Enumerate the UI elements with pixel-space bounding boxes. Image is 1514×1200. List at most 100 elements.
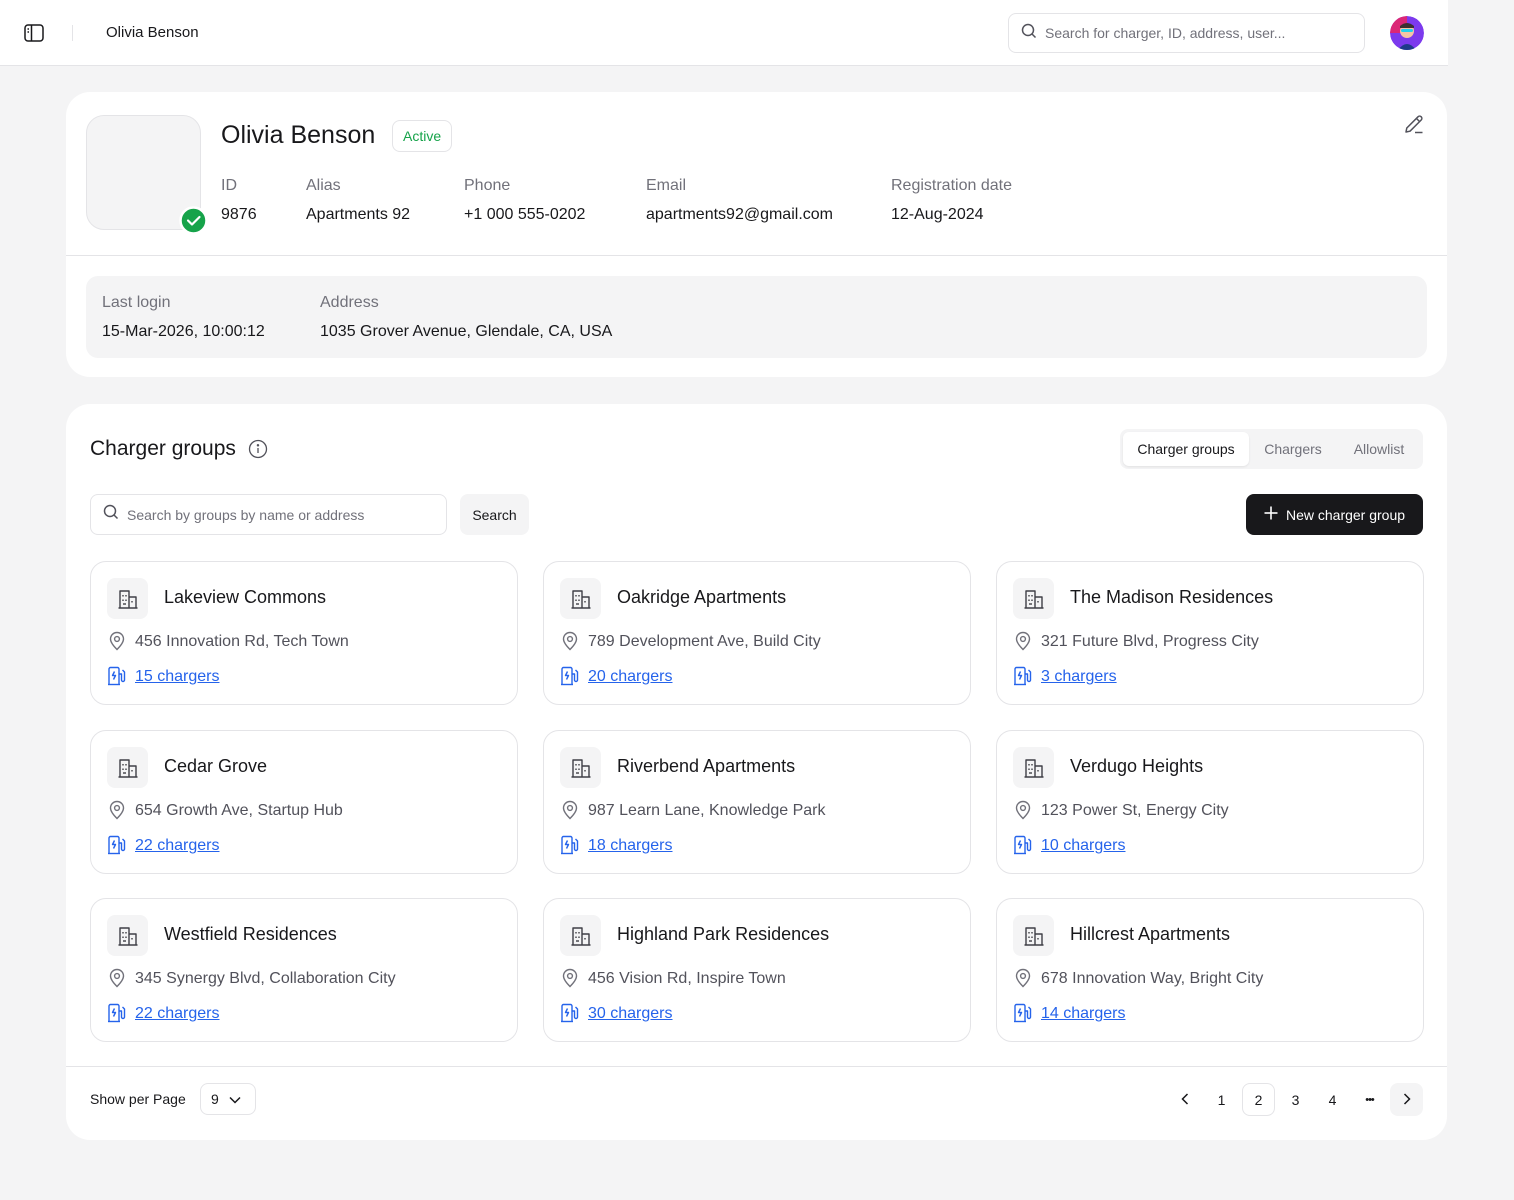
search-button[interactable]: Search [460, 494, 529, 535]
group-address: 321 Future Blvd, Progress City [1041, 633, 1259, 650]
chargers-count-link[interactable]: 22 chargers [135, 1005, 220, 1023]
field-label: Phone [464, 177, 511, 194]
field-value: 9876 [221, 206, 257, 223]
tab-chargers[interactable]: Chargers [1252, 432, 1334, 466]
ev-charger-icon [1013, 835, 1033, 855]
chargers-count-link[interactable]: 3 chargers [1041, 668, 1117, 686]
sidebar-toggle-icon[interactable] [22, 21, 46, 45]
prev-page-button[interactable] [1168, 1083, 1201, 1116]
charger-group-card[interactable]: Lakeview Commons 456 Innovation Rd, Tech … [90, 561, 518, 705]
group-address: 654 Growth Ave, Startup Hub [135, 802, 343, 819]
charger-group-card[interactable]: Highland Park Residences 456 Vision Rd, I… [543, 898, 971, 1042]
charger-group-card[interactable]: The Madison Residences 321 Future Blvd, P… [996, 561, 1424, 705]
group-name: The Madison Residences [1070, 587, 1274, 607]
ev-charger-icon [1013, 666, 1033, 686]
chevron-down-icon [229, 1091, 241, 1107]
group-name: Verdugo Heights [1070, 756, 1204, 776]
ev-charger-icon [107, 1003, 127, 1023]
group-address: 789 Development Ave, Build City [588, 633, 821, 650]
field-alias: Alias Apartments 92 [306, 177, 410, 224]
search-icon [103, 504, 119, 525]
charger-group-card[interactable]: Westfield Residences 345 Synergy Blvd, Co… [90, 898, 518, 1042]
field-id: ID 9876 [221, 177, 257, 224]
field-label: Alias [306, 177, 341, 194]
new-charger-group-button[interactable]: New charger group [1246, 494, 1423, 535]
chargers-count-link[interactable]: 10 chargers [1041, 837, 1126, 855]
location-pin-icon [560, 968, 580, 988]
new-button-label: New charger group [1285, 506, 1406, 523]
user-avatar[interactable] [1390, 16, 1424, 50]
field-registration-date: Registration date 12-Aug-2024 [891, 177, 1012, 224]
chargers-count-link[interactable]: 18 chargers [588, 837, 673, 855]
location-pin-icon [1013, 800, 1033, 820]
page-1-button[interactable]: 1 [1205, 1083, 1238, 1116]
field-email: Email apartments92@gmail.com [646, 177, 833, 224]
search-icon [1021, 23, 1037, 44]
global-search-input[interactable] [1045, 25, 1345, 41]
charger-group-card[interactable]: Riverbend Apartments 987 Learn Lane, Know… [543, 730, 971, 874]
per-page-label: Show per Page [90, 1091, 186, 1107]
field-value: apartments92@gmail.com [646, 206, 833, 223]
ev-charger-icon [107, 835, 127, 855]
group-name: Westfield Residences [164, 924, 337, 944]
ellipsis-button[interactable]: ••• [1353, 1083, 1386, 1116]
info-icon[interactable] [248, 439, 268, 459]
section-title: Charger groups [90, 437, 236, 460]
field-value: 1035 Grover Avenue, Glendale, CA, USA [320, 323, 613, 340]
ev-charger-icon [107, 666, 127, 686]
login-address-panel: Last login 15-Mar-2026, 10:00:12 Address… [86, 276, 1427, 358]
field-last-login: Last login 15-Mar-2026, 10:00:12 [102, 294, 265, 341]
chargers-count-link[interactable]: 22 chargers [135, 837, 220, 855]
per-page-value: 9 [211, 1091, 219, 1107]
chevron-left-icon [1180, 1092, 1189, 1108]
group-name: Oakridge Apartments [617, 587, 787, 607]
group-search-input[interactable] [127, 506, 427, 523]
divider [66, 255, 1447, 256]
chargers-count-link[interactable]: 14 chargers [1041, 1005, 1126, 1023]
profile-name: Olivia Benson [221, 121, 376, 149]
global-search[interactable] [1008, 13, 1365, 53]
chargers-count-link[interactable]: 20 chargers [588, 668, 673, 686]
field-value: Apartments 92 [306, 206, 411, 223]
top-bar: Olivia Benson [0, 0, 1448, 66]
group-search[interactable] [90, 494, 447, 535]
tab-charger-groups[interactable]: Charger groups [1123, 432, 1249, 466]
page-2-button[interactable]: 2 [1242, 1083, 1275, 1116]
location-pin-icon [560, 800, 580, 820]
charger-group-card[interactable]: Verdugo Heights 123 Power St, Energy City… [996, 730, 1424, 874]
building-icon [560, 747, 601, 788]
page-3-button[interactable]: 3 [1279, 1083, 1312, 1116]
building-icon [560, 915, 601, 956]
verified-check-icon [179, 206, 208, 235]
view-tabs: Charger groups Chargers Allowlist [1120, 429, 1423, 469]
edit-pencil-icon[interactable] [1402, 112, 1428, 138]
tab-allowlist[interactable]: Allowlist [1338, 432, 1420, 466]
location-pin-icon [107, 968, 127, 988]
ev-charger-icon [560, 1003, 580, 1023]
ev-charger-icon [1013, 1003, 1033, 1023]
group-address: 678 Innovation Way, Bright City [1041, 970, 1264, 987]
chargers-count-link[interactable]: 30 chargers [588, 1005, 673, 1023]
group-name: Hillcrest Apartments [1070, 924, 1231, 944]
building-icon [107, 578, 148, 619]
next-page-button[interactable] [1390, 1083, 1423, 1116]
per-page-select[interactable]: 9 [200, 1083, 256, 1115]
location-pin-icon [107, 631, 127, 651]
charger-group-card[interactable]: Oakridge Apartments 789 Development Ave, … [543, 561, 971, 705]
status-badge: Active [392, 120, 453, 152]
chevron-right-icon [1403, 1092, 1411, 1108]
building-icon [1013, 915, 1054, 956]
building-icon [107, 915, 148, 956]
charger-group-card[interactable]: Cedar Grove 654 Growth Ave, Startup Hub 22… [90, 730, 518, 874]
field-label: Address [320, 294, 379, 311]
ev-charger-icon [560, 835, 580, 855]
group-address: 456 Vision Rd, Inspire Town [588, 970, 786, 987]
group-address: 345 Synergy Blvd, Collaboration City [135, 970, 396, 987]
field-address: Address 1035 Grover Avenue, Glendale, CA… [320, 294, 612, 341]
chargers-count-link[interactable]: 15 chargers [135, 668, 220, 686]
charger-group-card[interactable]: Hillcrest Apartments 678 Innovation Way, … [996, 898, 1424, 1042]
page-4-button[interactable]: 4 [1316, 1083, 1349, 1116]
location-pin-icon [107, 800, 127, 820]
plus-icon [1264, 506, 1278, 523]
building-icon [1013, 747, 1054, 788]
